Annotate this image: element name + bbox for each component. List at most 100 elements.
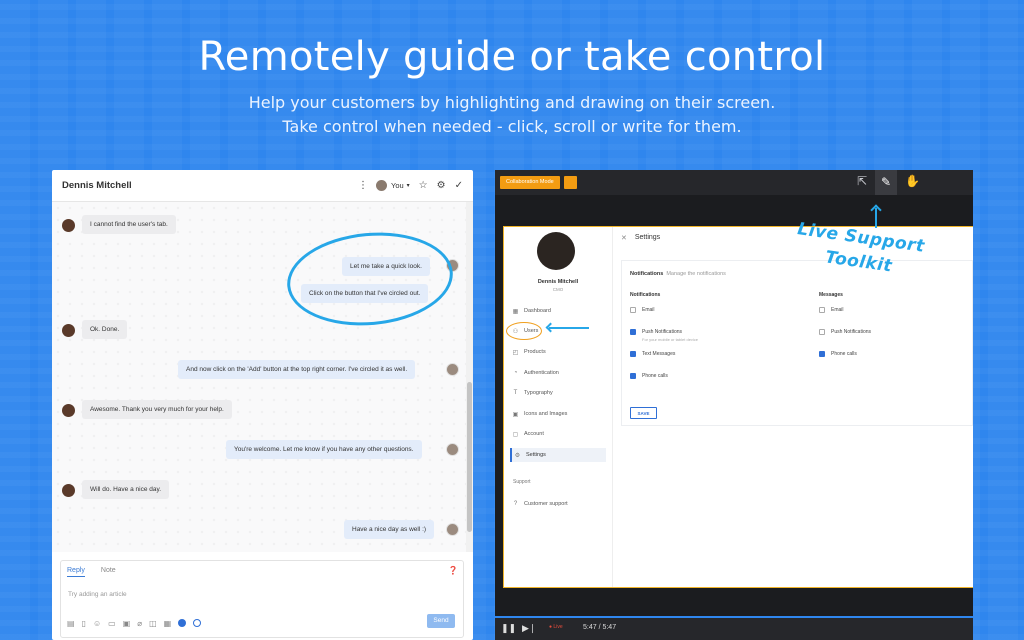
checkbox-checked-icon <box>630 351 636 357</box>
grid-icon[interactable]: ▦ <box>164 619 172 628</box>
option-label: Push Notifications <box>642 329 683 335</box>
reply-input[interactable]: Try adding an article <box>68 591 127 598</box>
gif-icon[interactable]: ▭ <box>108 619 116 628</box>
contact-name: Dennis Mitchell <box>62 180 132 191</box>
progress-bar[interactable] <box>495 616 973 618</box>
list-item: And now click on the 'Add' button at the… <box>178 360 416 379</box>
sidebar-item-products[interactable]: ◰ Products <box>510 345 606 359</box>
checkbox-msg-push[interactable]: Push Notifications <box>819 329 871 335</box>
live-label: Live <box>553 624 563 630</box>
app-sidebar: Dennis Mitchell CMO ▦ Dashboard ⚇ Users ◰ P… <box>503 226 613 588</box>
chevron-down-icon: ▾ <box>406 183 410 189</box>
sidebar-item-dashboard[interactable]: ▦ Dashboard <box>510 304 606 318</box>
playback-bar: ❚❚ ▶❘ ● Live 5:47 / 5:47 <box>495 616 973 640</box>
tab-reply[interactable]: Reply <box>67 567 85 577</box>
image-icon: ▣ <box>512 411 519 418</box>
emoji-icon[interactable]: ☺ <box>93 619 101 628</box>
checkbox-msg-phone[interactable]: Phone calls <box>819 351 857 357</box>
check-icon[interactable]: ✓ <box>455 180 463 191</box>
camera-icon[interactable]: ◫ <box>149 619 157 628</box>
attachment-icon[interactable]: ⌀ <box>137 619 142 628</box>
image-icon[interactable]: ▣ <box>123 619 131 628</box>
column-header-notifications: Notifications <box>630 292 661 298</box>
bag-icon: ◰ <box>512 349 519 356</box>
sidebar-item-label: Products <box>524 349 546 355</box>
avatar <box>537 232 575 270</box>
scroll-thumb[interactable] <box>467 382 472 532</box>
sidebar-item-icons-images[interactable]: ▣ Icons and Images <box>510 407 606 421</box>
gear-icon: ⚙ <box>514 452 521 459</box>
list-item: You're welcome. Let me know if you have … <box>226 440 422 459</box>
pencil-icon[interactable]: ✎ <box>875 170 897 195</box>
checkbox-checked-icon <box>630 329 636 335</box>
gear-icon[interactable]: ⚙ <box>437 180 446 191</box>
option-label: Text Messages <box>642 351 676 357</box>
checkbox-icon <box>630 307 636 313</box>
sidebar-item-label: Typography <box>524 390 553 396</box>
skip-forward-icon[interactable]: ▶❘ <box>522 623 536 634</box>
time-display: 5:47 / 5:47 <box>583 624 617 631</box>
hand-icon[interactable]: ✋ <box>905 174 920 188</box>
avatar <box>62 219 75 232</box>
list-item: Awesome. Thank you very much for your he… <box>82 400 232 419</box>
sidebar-item-label: Customer support <box>524 501 568 507</box>
option-label: Email <box>642 307 655 313</box>
option-label: Push Notifications <box>831 329 872 335</box>
bookmark-icon[interactable]: ▯ <box>82 619 86 628</box>
checkbox-checked-icon <box>630 373 636 379</box>
save-button[interactable]: SAVE <box>630 407 657 419</box>
hero-title: Remotely guide or take control <box>198 34 826 80</box>
sidebar-item-settings[interactable]: ⚙ Settings <box>510 448 606 462</box>
highlight-circle-annotation <box>506 322 542 340</box>
list-item: Have a nice day as well :) <box>344 520 435 539</box>
lock-icon: ◔ <box>513 370 518 376</box>
checkbox-checked-icon <box>819 351 825 357</box>
live-indicator: ● Live <box>549 624 563 630</box>
checkbox-phone-calls[interactable]: Phone calls <box>630 373 668 379</box>
send-button[interactable]: Send <box>427 614 455 628</box>
close-icon[interactable]: ✕ <box>621 234 627 242</box>
chat-header: Dennis Mitchell ⋮ You ▾ ☆ ⚙ ✓ <box>52 170 473 202</box>
arrow-head-annotation <box>870 204 882 216</box>
sidebar-item-authentication[interactable]: ◔ Authentication <box>510 366 606 380</box>
help-icon[interactable]: ❓ <box>448 566 458 575</box>
tab-note[interactable]: Note <box>101 567 116 577</box>
profile-name: Dennis Mitchell <box>537 279 579 285</box>
card-title: Notifications Manage the notifications <box>630 271 726 277</box>
profile-role: CMO <box>552 287 564 292</box>
star-icon[interactable]: ☆ <box>419 180 428 191</box>
sidebar-item-customer-support[interactable]: ? Customer support <box>510 497 606 511</box>
shared-screen[interactable]: Dennis Mitchell CMO ▦ Dashboard ⚇ Users ◰ P… <box>503 226 973 588</box>
checkbox-icon <box>819 307 825 313</box>
assignee-dropdown[interactable]: You ▾ <box>376 180 410 191</box>
screen-share-panel: Collaboration Mode ⇱ ✎ ✋ Dennis Mitchell… <box>495 170 973 640</box>
sidebar-item-typography[interactable]: T Typography <box>510 386 606 400</box>
checkbox-icon <box>819 329 825 335</box>
collaboration-mode-button[interactable]: Collaboration Mode <box>500 176 560 189</box>
hero-subtitle-2: Take control when needed - click, scroll… <box>282 117 742 136</box>
article-icon[interactable]: ▤ <box>67 619 75 628</box>
hero-subtitle-1: Help your customers by highlighting and … <box>248 93 776 112</box>
pause-icon[interactable]: ❚❚ <box>501 623 516 634</box>
screen-share-icon[interactable] <box>193 619 202 627</box>
composer-toolbar: ▤ ▯ ☺ ▭ ▣ ⌀ ◫ ▦ <box>67 619 202 628</box>
card-title-text: Notifications <box>630 271 664 277</box>
reply-tabs: Reply Note <box>61 561 463 577</box>
avatar <box>62 404 75 417</box>
collaboration-toggle[interactable] <box>564 176 577 189</box>
checkbox-push-notifications[interactable]: Push Notifications <box>630 329 682 335</box>
cobrowse-icon[interactable] <box>178 619 187 627</box>
avatar <box>446 363 459 376</box>
column-header-messages: Messages <box>819 292 843 298</box>
checkbox-email[interactable]: Email <box>630 307 655 313</box>
card-subtitle: Manage the notifications <box>666 271 726 277</box>
sidebar-item-account[interactable]: ▢ Account <box>510 427 606 441</box>
pointer-icon[interactable]: ⇱ <box>857 174 867 188</box>
checkbox-msg-email[interactable]: Email <box>819 307 844 313</box>
option-label: Phone calls <box>831 351 857 357</box>
option-description: For your mobile or tablet device <box>642 337 699 342</box>
scrollbar[interactable] <box>466 202 473 552</box>
text-icon: T <box>513 390 518 396</box>
checkbox-text-messages[interactable]: Text Messages <box>630 351 675 357</box>
more-vert-icon[interactable]: ⋮ <box>358 180 368 191</box>
